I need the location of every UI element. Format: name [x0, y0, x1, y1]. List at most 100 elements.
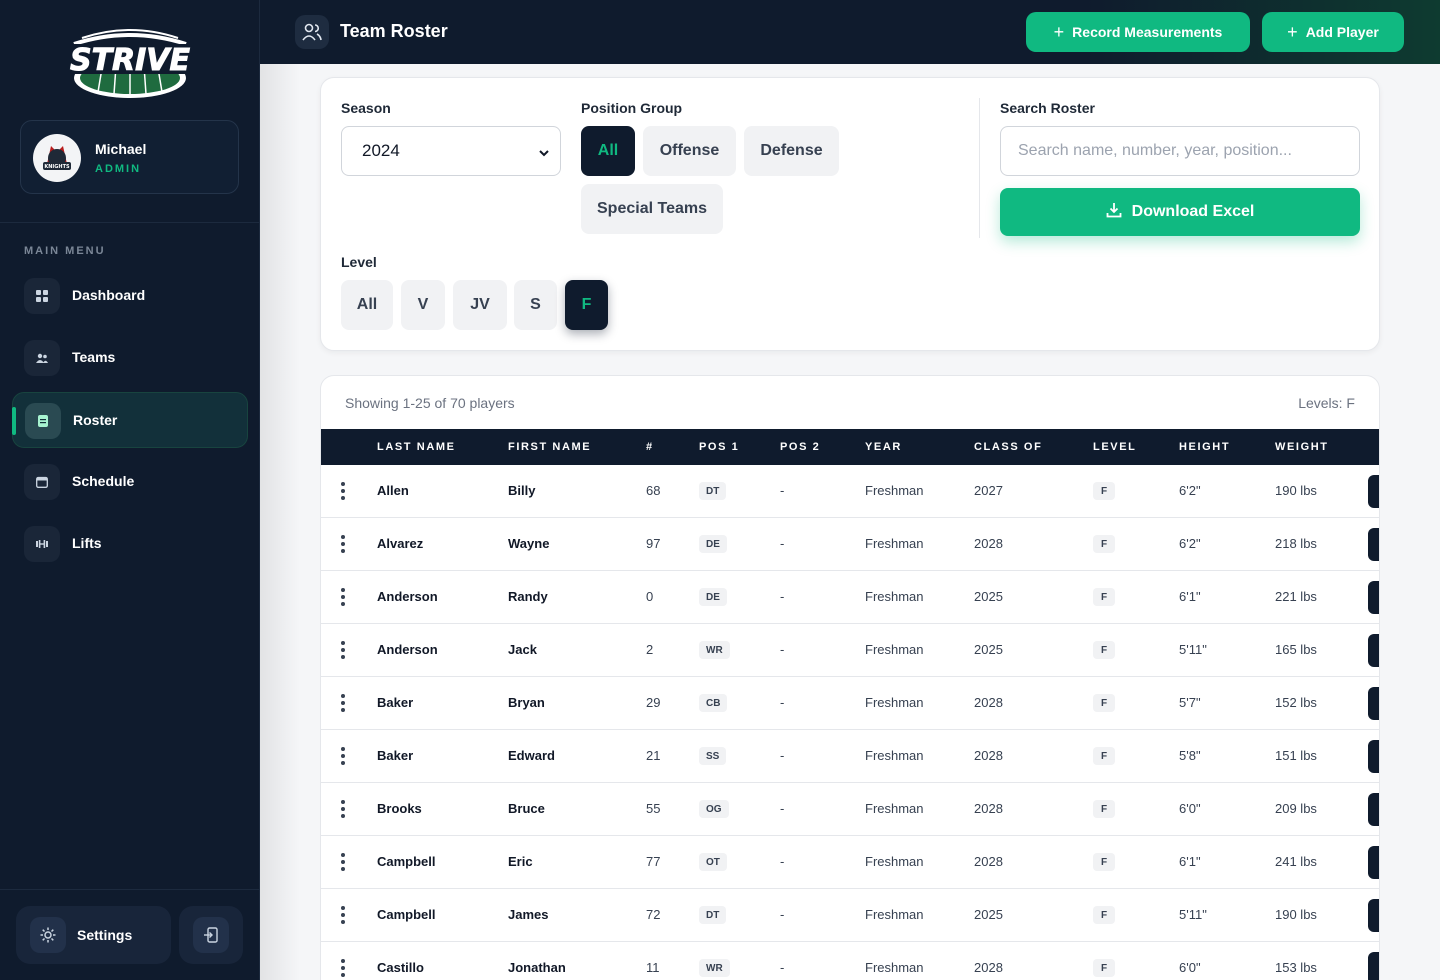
row-action-button[interactable] — [1368, 740, 1379, 773]
clipboard-icon — [25, 403, 61, 439]
roster-users-icon — [295, 15, 329, 49]
strive-logo[interactable]: STRIVE — [64, 28, 196, 100]
row-action-button[interactable] — [1368, 899, 1379, 932]
row-action-button[interactable] — [1368, 634, 1379, 667]
row-action-button[interactable] — [1368, 475, 1379, 508]
download-excel-button[interactable]: Download Excel — [1000, 188, 1360, 236]
sidebar-item-roster[interactable]: Roster — [12, 392, 248, 448]
sidebar-item-schedule[interactable]: Schedule — [12, 454, 248, 510]
column-header-number[interactable]: # — [646, 441, 654, 453]
record-measurements-label: Record Measurements — [1072, 24, 1223, 40]
cell-first-name: Jonathan — [508, 960, 566, 975]
logout-button[interactable] — [179, 906, 243, 964]
cell-pos-2: - — [780, 642, 785, 657]
cell-level: F — [1093, 641, 1115, 659]
more-vertical-icon[interactable] — [341, 535, 345, 553]
table-row[interactable]: Anderson Randy 0 DE - Freshman 2025 F 6'1" 221 lb… — [321, 571, 1379, 624]
cell-pos-1: DE — [699, 588, 727, 606]
row-action-button[interactable] — [1368, 687, 1379, 720]
sidebar-item-teams[interactable]: Teams — [12, 330, 248, 386]
download-icon — [1106, 202, 1122, 223]
column-header-year[interactable]: YEAR — [865, 441, 902, 453]
position-chip-special-teams[interactable]: Special Teams — [581, 184, 723, 234]
more-vertical-icon[interactable] — [341, 482, 345, 500]
svg-text:STRIVE: STRIVE — [70, 43, 191, 78]
more-vertical-icon[interactable] — [341, 694, 345, 712]
cell-number: 11 — [646, 960, 660, 975]
table-row[interactable]: Brooks Bruce 55 OG - Freshman 2028 F 6'0" 209 lbs — [321, 783, 1379, 836]
table-row[interactable]: Campbell Eric 77 OT - Freshman 2028 F 6'1" 241 lb… — [321, 836, 1379, 889]
cell-pos-1: DT — [699, 482, 727, 500]
table-row[interactable]: Alvarez Wayne 97 DE - Freshman 2028 F 6'2" 218 lb… — [321, 518, 1379, 571]
row-action-button[interactable] — [1368, 528, 1379, 561]
cell-level: F — [1093, 906, 1115, 924]
more-vertical-icon[interactable] — [341, 747, 345, 765]
row-action-button[interactable] — [1368, 793, 1379, 826]
more-vertical-icon[interactable] — [341, 853, 345, 871]
cell-weight: 209 lbs — [1275, 801, 1317, 816]
cell-year: Freshman — [865, 483, 924, 498]
column-header-pos-2[interactable]: POS 2 — [780, 441, 820, 453]
level-chip-all[interactable]: All — [341, 280, 393, 330]
cell-height: 5'11" — [1179, 907, 1207, 922]
sidebar-item-lifts[interactable]: Lifts — [12, 516, 248, 572]
cell-last-name: Campbell — [377, 854, 436, 869]
table-row[interactable]: Baker Edward 21 SS - Freshman 2028 F 5'8" 151 lbs — [321, 730, 1379, 783]
cell-level: F — [1093, 853, 1115, 871]
search-input[interactable]: Search name, number, year, position... — [1000, 126, 1360, 176]
position-chip-offense[interactable]: Offense — [643, 126, 736, 176]
filters-divider — [979, 98, 980, 238]
column-header-class-of[interactable]: CLASS OF — [974, 441, 1042, 453]
more-vertical-icon[interactable] — [341, 800, 345, 818]
level-chip-v[interactable]: V — [401, 280, 445, 330]
cell-number: 77 — [646, 854, 661, 869]
cell-year: Freshman — [865, 536, 924, 551]
cell-weight: 218 lbs — [1275, 536, 1317, 551]
position-chip-defense[interactable]: Defense — [744, 126, 839, 176]
cell-level: F — [1093, 482, 1115, 500]
user-card[interactable]: KNIGHTS Michael ADMIN — [20, 120, 239, 194]
level-chip-s[interactable]: S — [514, 280, 557, 330]
add-player-button[interactable]: + Add Player — [1262, 12, 1404, 52]
more-vertical-icon[interactable] — [341, 588, 345, 606]
table-row[interactable]: Castillo Jonathan 11 WR - Freshman 2028 F 6'0" 15… — [321, 942, 1379, 980]
level-chip-f[interactable]: F — [565, 280, 608, 330]
settings-button[interactable]: Settings — [16, 906, 171, 964]
column-header-pos-1[interactable]: POS 1 — [699, 441, 739, 453]
cell-first-name: Jack — [508, 642, 537, 657]
column-header-last-name[interactable]: LAST NAME — [377, 441, 456, 453]
cell-pos-1: WR — [699, 641, 730, 659]
row-action-button[interactable] — [1368, 952, 1379, 980]
table-row[interactable]: Anderson Jack 2 WR - Freshman 2025 F 5'11" 165 lb… — [321, 624, 1379, 677]
cell-class-of: 2028 — [974, 748, 1003, 763]
position-chip-all[interactable]: All — [581, 126, 635, 176]
sidebar-item-dashboard[interactable]: Dashboard — [12, 268, 248, 324]
more-vertical-icon[interactable] — [341, 906, 345, 924]
cell-last-name: Campbell — [377, 907, 436, 922]
more-vertical-icon[interactable] — [341, 641, 345, 659]
column-header-first-name[interactable]: FIRST NAME — [508, 441, 591, 453]
cell-class-of: 2025 — [974, 589, 1003, 604]
cell-weight: 241 lbs — [1275, 854, 1317, 869]
cell-last-name: Baker — [377, 695, 414, 710]
table-row[interactable]: Allen Billy 68 DT - Freshman 2027 F 6'2" 190 lbs — [321, 465, 1379, 518]
table-row[interactable]: Baker Bryan 29 CB - Freshman 2028 F 5'7" 152 lbs — [321, 677, 1379, 730]
cell-class-of: 2028 — [974, 536, 1003, 551]
column-header-height[interactable]: HEIGHT — [1179, 441, 1230, 453]
more-vertical-icon[interactable] — [341, 959, 345, 977]
row-action-button[interactable] — [1368, 846, 1379, 879]
cell-pos-2: - — [780, 801, 785, 816]
table-row[interactable]: Campbell James 72 DT - Freshman 2025 F 5'11" 190 … — [321, 889, 1379, 942]
level-chip-jv[interactable]: JV — [453, 280, 507, 330]
cell-year: Freshman — [865, 801, 924, 816]
add-player-label: Add Player — [1305, 24, 1379, 40]
page-title: Team Roster — [340, 21, 448, 41]
cell-weight: 165 lbs — [1275, 642, 1317, 657]
column-header-level[interactable]: LEVEL — [1093, 441, 1136, 453]
levels-note: Levels: F — [1298, 395, 1355, 411]
record-measurements-button[interactable]: + Record Measurements — [1026, 12, 1250, 52]
cell-last-name: Anderson — [377, 642, 438, 657]
row-action-button[interactable] — [1368, 581, 1379, 614]
column-header-weight[interactable]: WEIGHT — [1275, 441, 1329, 453]
season-select[interactable]: 2024 — [341, 126, 561, 176]
